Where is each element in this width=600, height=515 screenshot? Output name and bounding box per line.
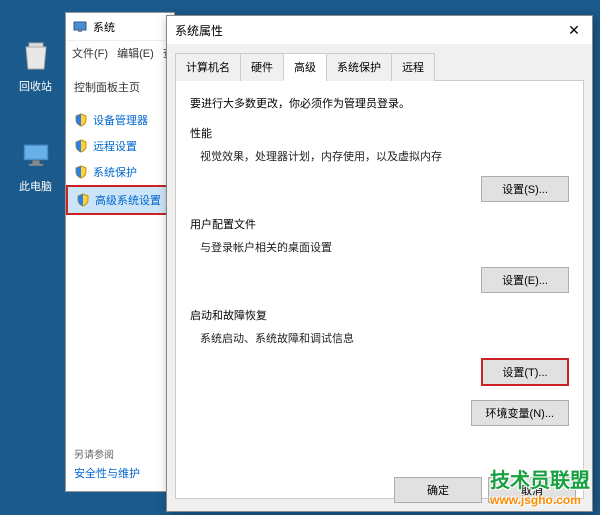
desktop: 回收站 此电脑 系统 文件(F) 编辑(E) 查 控制面板主页 设备管理器 远程… [0, 0, 600, 515]
see-also: 另请参阅 安全性与维护 [74, 446, 140, 481]
recycle-bin-label: 回收站 [8, 78, 63, 94]
see-also-link[interactable]: 安全性与维护 [74, 465, 140, 481]
group-desc: 与登录帐户相关的桌面设置 [190, 239, 569, 255]
close-icon[interactable]: ✕ [564, 20, 584, 40]
nav-label: 系统保护 [93, 164, 137, 180]
group-title: 性能 [190, 125, 569, 141]
nav-advanced-system-settings[interactable]: 高级系统设置 [66, 185, 174, 215]
nav-remote-settings[interactable]: 远程设置 [66, 133, 174, 159]
nav-system-protection[interactable]: 系统保护 [66, 159, 174, 185]
system-properties-dialog: 系统属性 ✕ 计算机名 硬件 高级 系统保护 远程 要进行大多数更改，你必须作为… [166, 15, 593, 512]
tab-strip: 计算机名 硬件 高级 系统保护 远程 [175, 52, 584, 81]
dialog-buttons: 确定 取消 [394, 477, 576, 503]
tab-computer-name[interactable]: 计算机名 [175, 53, 241, 81]
tab-advanced[interactable]: 高级 [283, 53, 327, 81]
group-title: 启动和故障恢复 [190, 307, 569, 323]
shield-icon [74, 113, 88, 127]
tab-content: 要进行大多数更改，你必须作为管理员登录。 性能 视觉效果，处理器计划，内存使用，… [175, 81, 584, 499]
user-profiles-settings-button[interactable]: 设置(E)... [481, 267, 569, 293]
shield-icon [76, 193, 90, 207]
nav-device-manager[interactable]: 设备管理器 [66, 107, 174, 133]
menu-edit[interactable]: 编辑(E) [117, 48, 154, 60]
nav-label: 远程设置 [93, 138, 137, 154]
dialog-titlebar: 系统属性 ✕ [167, 16, 592, 44]
recycle-bin-icon[interactable]: 回收站 [8, 35, 63, 94]
nav-label: 设备管理器 [93, 112, 148, 128]
admin-note: 要进行大多数更改，你必须作为管理员登录。 [190, 95, 569, 111]
menu-bar[interactable]: 文件(F) 编辑(E) 查 [66, 41, 174, 65]
ok-button[interactable]: 确定 [394, 477, 482, 503]
tab-system-protection[interactable]: 系统保护 [326, 53, 392, 81]
tab-hardware[interactable]: 硬件 [240, 53, 284, 81]
see-also-heading: 另请参阅 [74, 446, 140, 461]
shield-icon [74, 139, 88, 153]
shield-icon [74, 165, 88, 179]
system-icon [72, 19, 88, 35]
control-panel-home[interactable]: 控制面板主页 [66, 65, 174, 105]
performance-settings-button[interactable]: 设置(S)... [481, 176, 569, 202]
tab-remote[interactable]: 远程 [391, 53, 435, 81]
this-pc-icon[interactable]: 此电脑 [8, 135, 63, 194]
system-window: 系统 文件(F) 编辑(E) 查 控制面板主页 设备管理器 远程设置 系统保护 … [65, 12, 175, 492]
environment-variables-button[interactable]: 环境变量(N)... [471, 400, 569, 426]
performance-group: 性能 视觉效果，处理器计划，内存使用，以及虚拟内存 设置(S)... [190, 125, 569, 202]
group-desc: 视觉效果，处理器计划，内存使用，以及虚拟内存 [190, 148, 569, 164]
cancel-button[interactable]: 取消 [488, 477, 576, 503]
startup-recovery-group: 启动和故障恢复 系统启动、系统故障和调试信息 设置(T)... [190, 307, 569, 386]
group-title: 用户配置文件 [190, 216, 569, 232]
this-pc-label: 此电脑 [8, 178, 63, 194]
group-desc: 系统启动、系统故障和调试信息 [190, 330, 569, 346]
nav-list: 设备管理器 远程设置 系统保护 高级系统设置 [66, 105, 174, 217]
menu-file[interactable]: 文件(F) [72, 48, 108, 60]
dialog-title: 系统属性 [175, 22, 223, 39]
startup-recovery-settings-button[interactable]: 设置(T)... [481, 358, 569, 386]
user-profiles-group: 用户配置文件 与登录帐户相关的桌面设置 设置(E)... [190, 216, 569, 293]
system-titlebar: 系统 [66, 13, 174, 41]
nav-label: 高级系统设置 [95, 192, 161, 208]
system-title: 系统 [93, 19, 115, 35]
